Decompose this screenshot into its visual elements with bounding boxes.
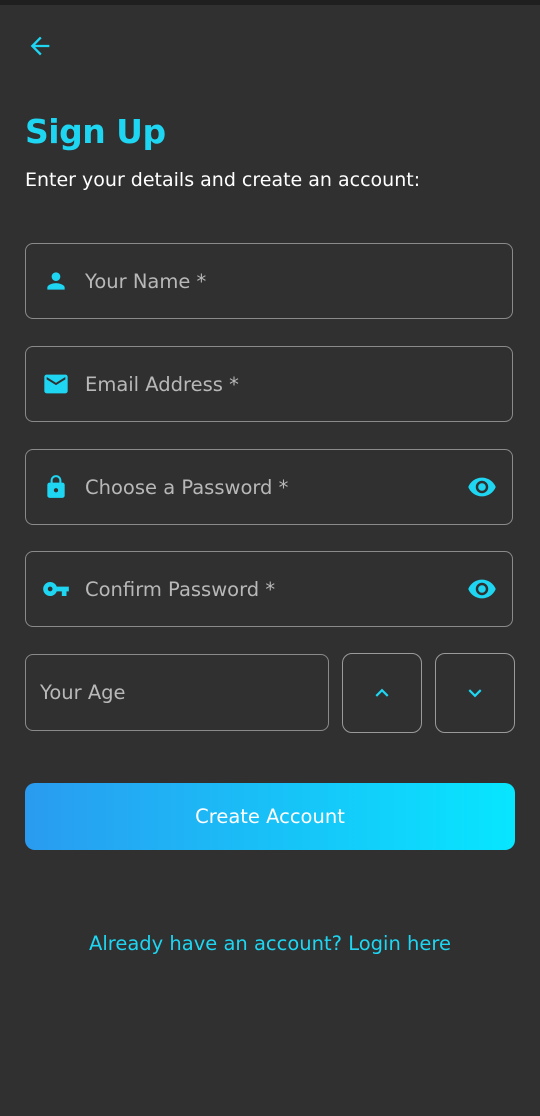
- arrow-left-icon: [30, 36, 50, 56]
- page-title: Sign Up: [25, 112, 166, 151]
- age-increment-button[interactable]: [342, 653, 422, 733]
- login-link[interactable]: Already have an account? Login here: [0, 928, 540, 960]
- lock-icon: [42, 473, 70, 501]
- person-icon: [42, 267, 70, 295]
- password-field[interactable]: [25, 449, 513, 525]
- email-field[interactable]: [25, 346, 513, 422]
- age-input[interactable]: [40, 655, 314, 730]
- age-decrement-button[interactable]: [435, 653, 515, 733]
- email-input[interactable]: [85, 347, 452, 421]
- key-icon: [42, 575, 70, 603]
- chevron-down-icon: [468, 689, 482, 698]
- name-field[interactable]: [25, 243, 513, 319]
- eye-icon[interactable]: [464, 571, 500, 607]
- age-field[interactable]: [25, 654, 329, 731]
- confirm-password-input[interactable]: [85, 552, 452, 626]
- chevron-up-icon: [375, 688, 389, 697]
- confirm-password-field[interactable]: [25, 551, 513, 627]
- page-subtitle: Enter your details and create an account…: [25, 169, 421, 191]
- name-input[interactable]: [85, 244, 452, 318]
- mail-icon: [42, 370, 70, 398]
- create-account-button[interactable]: Create Account: [25, 783, 515, 850]
- back-button[interactable]: [22, 28, 58, 64]
- eye-icon[interactable]: [464, 469, 500, 505]
- password-input[interactable]: [85, 450, 452, 524]
- status-bar-strip: [0, 0, 540, 5]
